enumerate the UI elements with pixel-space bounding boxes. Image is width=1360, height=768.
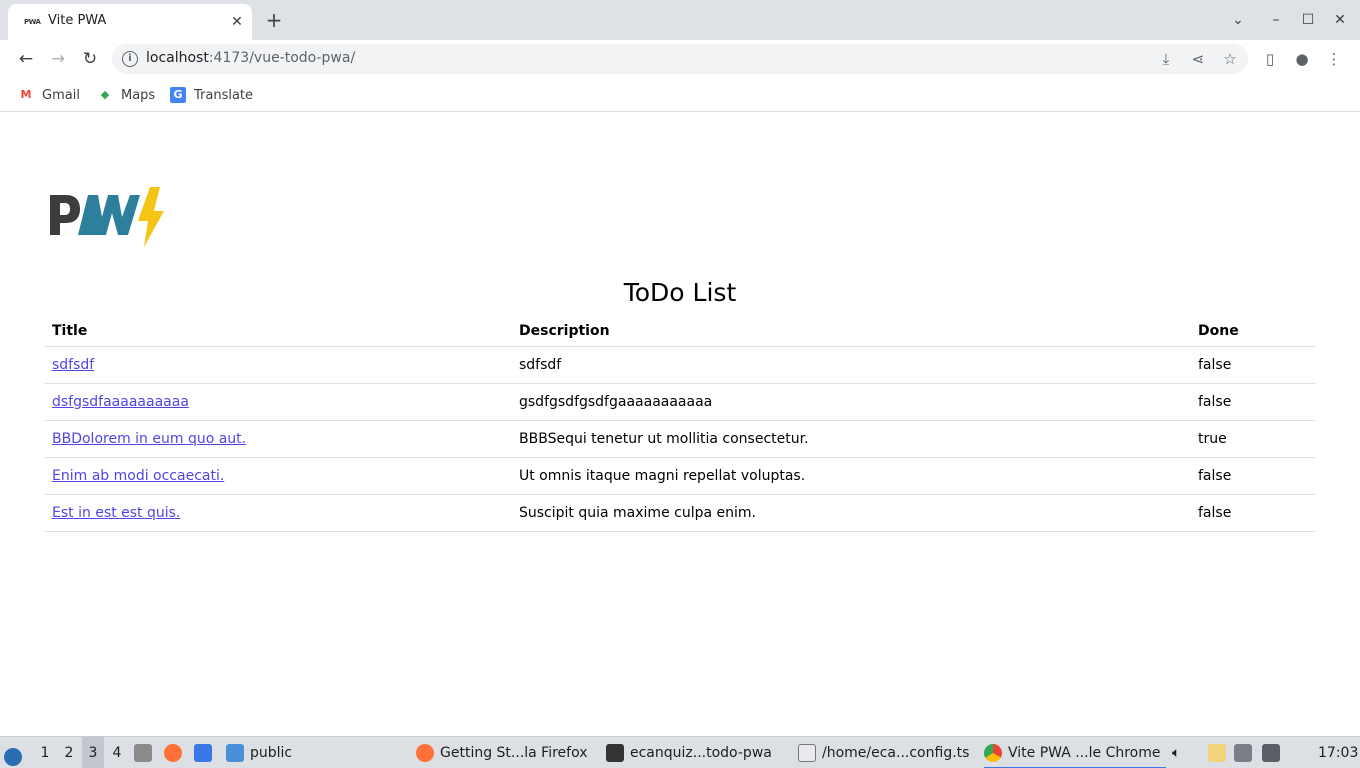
workspace-2[interactable]: 2 <box>58 737 80 768</box>
column-header-title: Title <box>44 316 511 347</box>
workspace-4[interactable]: 4 <box>106 737 128 768</box>
workspace-1[interactable]: 1 <box>34 737 56 768</box>
gmail-icon: M <box>20 88 32 101</box>
todo-description: sdfsdf <box>511 346 1190 384</box>
profile-avatar-icon[interactable]: ● <box>1290 47 1314 71</box>
page-content: ToDo List Title Description Done sdfsdf … <box>4 113 1356 732</box>
table-row: dsfgsdfaaaaaaaaaa gsdfgsdfgsdfgaaaaaaaaa… <box>44 383 1316 421</box>
maximize-window-button[interactable]: ☐ <box>1296 8 1320 32</box>
table-row: Est in est est quis. Suscipit quia maxim… <box>44 494 1316 532</box>
side-panel-icon[interactable]: ▯ <box>1258 47 1282 71</box>
todo-description: BBBSequi tenetur ut mollitia consectetur… <box>511 420 1190 458</box>
taskbar-app-terminal[interactable]: ecanquiz...todo-pwa <box>606 737 772 768</box>
table-header-row: Title Description Done <box>44 316 1316 347</box>
forward-button[interactable]: → <box>46 47 70 71</box>
table-row: Enim ab modi occaecati. Ut omnis itaque … <box>44 457 1316 495</box>
url-text[interactable]: localhost:4173/vue-todo-pwa/ <box>146 50 355 66</box>
chrome-menu-icon[interactable]: ⋮ <box>1322 47 1346 71</box>
close-tab-icon[interactable]: ✕ <box>228 13 246 31</box>
browser-tab[interactable]: PWA Vite PWA ✕ <box>8 4 252 40</box>
column-header-done: Done <box>1190 316 1316 347</box>
todo-done-value: false <box>1190 457 1316 495</box>
reload-button[interactable]: ↻ <box>78 47 102 71</box>
firefox-icon <box>416 744 434 762</box>
todo-done-value: true <box>1190 420 1316 458</box>
folder-icon <box>226 744 244 762</box>
bookmarks-bar: M Gmail ◆ Maps G Translate <box>0 78 1360 112</box>
bookmark-maps[interactable]: ◆ Maps <box>97 85 155 105</box>
todo-title-link[interactable]: dsfgsdfaaaaaaaaaa <box>52 394 189 410</box>
address-bar[interactable]: i localhost:4173/vue-todo-pwa/ ⤓ ⋖ ☆ <box>112 44 1248 74</box>
pwa-favicon-icon: PWA <box>24 18 41 26</box>
chrome-icon <box>984 744 1002 762</box>
todo-title-link[interactable]: BBDolorem in eum quo aut. <box>52 431 246 447</box>
bookmark-translate[interactable]: G Translate <box>170 85 253 105</box>
todo-done-value: false <box>1190 383 1316 421</box>
bookmark-star-icon[interactable]: ☆ <box>1218 47 1242 71</box>
tab-title: Vite PWA <box>48 13 107 28</box>
browser-tab-strip: PWA Vite PWA ✕ + ⌄ – ☐ ✕ <box>0 0 1360 40</box>
page-title: ToDo List <box>623 278 737 307</box>
browser-toolbar: ← → ↻ i localhost:4173/vue-todo-pwa/ ⤓ ⋖… <box>0 40 1360 78</box>
firefox-launcher-icon[interactable] <box>164 737 188 768</box>
new-tab-button[interactable]: + <box>262 8 286 32</box>
display-icon[interactable] <box>1262 737 1286 768</box>
site-info-icon[interactable]: i <box>122 51 138 67</box>
taskbar-app-chrome[interactable]: Vite PWA ...le Chrome <box>984 737 1167 768</box>
install-app-icon[interactable]: ⤓ <box>1154 47 1178 71</box>
minimize-window-button[interactable]: – <box>1264 8 1288 32</box>
todo-title-link[interactable]: sdfsdf <box>52 357 94 373</box>
tab-search-chevron-icon[interactable]: ⌄ <box>1226 8 1250 32</box>
taskbar-folder-public[interactable]: public <box>226 737 292 768</box>
back-button[interactable]: ← <box>14 47 38 71</box>
todo-description: Ut omnis itaque magni repellat voluptas. <box>511 457 1190 495</box>
volume-icon[interactable]: 🔈︎ <box>1172 737 1180 768</box>
share-icon[interactable]: ⋖ <box>1186 47 1210 71</box>
clipboard-icon[interactable] <box>1208 737 1232 768</box>
translate-icon: G <box>170 87 186 103</box>
todo-done-value: false <box>1190 494 1316 532</box>
system-taskbar: 1 2 3 4 public Getting St...la Firefox e… <box>0 736 1360 768</box>
todo-table: Title Description Done sdfsdf sdfsdf fal… <box>44 316 1316 532</box>
todo-description: gsdfgsdfgsdfgaaaaaaaaaaa <box>511 383 1190 421</box>
maps-icon: ◆ <box>100 88 110 101</box>
todo-title-link[interactable]: Enim ab modi occaecati. <box>52 468 224 484</box>
table-row: sdfsdf sdfsdf false <box>44 346 1316 384</box>
workspace-3[interactable]: 3 <box>82 737 104 768</box>
clock: 17:03 <box>1318 745 1359 761</box>
todo-description: Suscipit quia maxime culpa enim. <box>511 494 1190 532</box>
taskbar-app-firefox[interactable]: Getting St...la Firefox <box>416 737 588 768</box>
column-header-description: Description <box>511 316 1190 347</box>
terminal-icon <box>606 744 624 762</box>
table-row: BBDolorem in eum quo aut. BBBSequi tenet… <box>44 420 1316 458</box>
desktop-launcher-icon[interactable] <box>194 737 218 768</box>
taskbar-app-editor[interactable]: /home/eca...config.ts <box>798 737 969 768</box>
close-window-button[interactable]: ✕ <box>1328 8 1352 32</box>
bookmark-gmail[interactable]: M Gmail <box>18 85 80 105</box>
text-editor-icon <box>798 744 816 762</box>
start-menu-icon[interactable] <box>4 737 28 768</box>
pwa-logo <box>50 187 164 247</box>
todo-done-value: false <box>1190 346 1316 384</box>
todo-title-link[interactable]: Est in est est quis. <box>52 505 180 521</box>
notification-icon[interactable] <box>1234 737 1258 768</box>
file-manager-launcher-icon[interactable] <box>134 737 158 768</box>
